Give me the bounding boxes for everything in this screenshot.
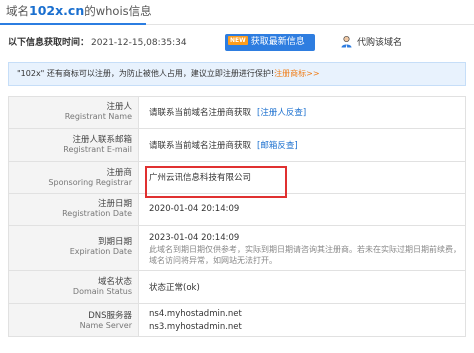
trademark-link[interactable]: 注册商标>> <box>274 69 319 78</box>
registration-date-value: 2020-01-04 20:14:09 <box>149 204 240 214</box>
table-row-registration-date: 注册日期 Registration Date 2020-01-04 20:14:0… <box>8 193 466 226</box>
refresh-button[interactable]: NEW 获取最新信息 <box>225 34 315 51</box>
label-cell: 域名状态 Domain Status <box>8 270 139 304</box>
title-domain: 102x.cn <box>29 3 85 18</box>
label-cn: 注册日期 <box>97 199 132 209</box>
title-suffix: 的whois信息 <box>84 4 152 18</box>
title-underline <box>0 23 146 25</box>
label-en: Registrant Name <box>64 112 132 121</box>
fetch-time-label: 以下信息获取时间： <box>8 38 90 48</box>
expiration-note-line1: 此域名到期日期仅供参考，实际到期日期请咨询其注册商。若未在实际过期日期前续费， <box>149 245 461 254</box>
name-server-1: ns4.myhostadmin.net <box>149 309 242 319</box>
label-cn: DNS服务器 <box>88 311 132 321</box>
table-row-email: 注册人联系邮箱 Registrant E-mail 请联系当前域名注册商获取 [邮箱… <box>8 128 466 162</box>
buy-label: 代购该域名 <box>357 38 403 48</box>
page-title: 域名102x.cn的whois信息 <box>6 3 152 23</box>
notice-text: "102x" 还有商标可以注册，为防止被他人占用，建议立即注册进行保护! <box>17 69 275 78</box>
label-cn: 注册人联系邮箱 <box>72 135 132 145</box>
registrant-lookup-link[interactable]: [注册人反查] <box>257 108 306 118</box>
label-cn: 注册商 <box>106 168 132 178</box>
value-cell: ns4.myhostadmin.net ns3.myhostadmin.net <box>138 303 466 337</box>
fetch-time: 以下信息获取时间： 2021-12-15,08:35:34 <box>8 35 187 48</box>
label-en: Expiration Date <box>69 247 132 256</box>
email-value: 请联系当前域名注册商获取 <box>149 141 252 151</box>
name-server-2: ns3.myhostadmin.net <box>149 322 242 332</box>
label-cell: DNS服务器 Name Server <box>8 303 139 337</box>
label-cell: 注册人联系邮箱 Registrant E-mail <box>8 128 139 162</box>
label-en: Name Server <box>79 321 132 330</box>
label-en: Domain Status <box>72 287 132 296</box>
label-cn: 注册人 <box>106 102 132 112</box>
person-icon <box>341 35 352 48</box>
value-cell: 请联系当前域名注册商获取 [注册人反查] <box>138 96 466 129</box>
expiration-date-value: 2023-01-04 20:14:09 <box>149 233 240 243</box>
label-cn: 域名状态 <box>97 277 132 287</box>
label-en: Registration Date <box>62 209 132 218</box>
email-lookup-link[interactable]: [邮箱反查] <box>257 141 298 151</box>
expiration-note-line2: 域名访问将异常，如网站无法打开。 <box>149 256 277 265</box>
label-cell: 注册日期 Registration Date <box>8 193 139 226</box>
new-badge: NEW <box>228 36 248 45</box>
title-prefix: 域名 <box>6 4 29 18</box>
domain-status-value: 状态正常(ok) <box>149 283 200 293</box>
table-row-name-server: DNS服务器 Name Server ns4.myhostadmin.net ns3… <box>8 303 466 337</box>
label-en: Sponsoring Registrar <box>48 178 132 187</box>
label-cell: 到期日期 Expiration Date <box>8 225 139 271</box>
value-cell: 2023-01-04 20:14:09 此域名到期日期仅供参考，实际到期日期请咨询… <box>138 225 466 271</box>
value-cell: 状态正常(ok) <box>138 270 466 304</box>
table-row-domain-status: 域名状态 Domain Status 状态正常(ok) <box>8 270 466 304</box>
trademark-notice: "102x" 还有商标可以注册，为防止被他人占用，建议立即注册进行保护!注册商标… <box>8 62 466 86</box>
buy-domain-link[interactable]: 代购该域名 <box>340 35 402 49</box>
label-en: Registrant E-mail <box>63 145 132 154</box>
highlight-box <box>145 166 287 198</box>
label-cell: 注册人 Registrant Name <box>8 96 139 129</box>
value-cell: 2020-01-04 20:14:09 <box>138 193 466 226</box>
table-row-registrant: 注册人 Registrant Name 请联系当前域名注册商获取 [注册人反查] <box>8 96 466 129</box>
registrant-value: 请联系当前域名注册商获取 <box>149 108 252 118</box>
value-cell: 请联系当前域名注册商获取 [邮箱反查] <box>138 128 466 162</box>
label-cell: 注册商 Sponsoring Registrar <box>8 161 139 194</box>
fetch-timestamp: 2021-12-15,08:35:34 <box>91 38 187 48</box>
refresh-label: 获取最新信息 <box>250 37 305 47</box>
label-cn: 到期日期 <box>97 237 132 247</box>
table-row-expiration-date: 到期日期 Expiration Date 2023-01-04 20:14:09 此… <box>8 225 466 271</box>
whois-table: 注册人 Registrant Name 请联系当前域名注册商获取 [注册人反查] 注… <box>8 96 466 337</box>
